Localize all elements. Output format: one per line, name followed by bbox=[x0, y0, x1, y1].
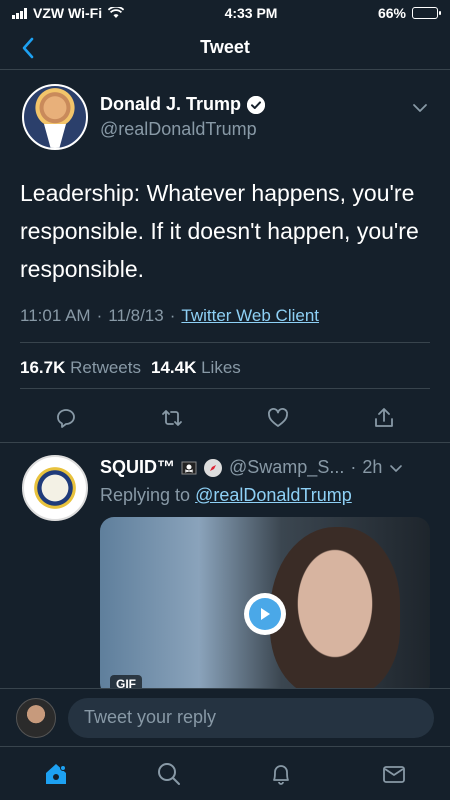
author-name[interactable]: Donald J. Trump bbox=[100, 94, 241, 115]
status-left: VZW Wi-Fi bbox=[12, 5, 125, 21]
reply-input[interactable] bbox=[68, 697, 434, 738]
like-button[interactable] bbox=[266, 406, 290, 430]
share-button[interactable] bbox=[372, 406, 396, 430]
likes-label: Likes bbox=[201, 358, 241, 377]
reply-tweet[interactable]: SQUID™ @Swamp_S... · 2h Replying to @rea… bbox=[0, 442, 450, 688]
tweet-date: 11/8/13 bbox=[108, 306, 164, 325]
tab-notifications[interactable] bbox=[267, 760, 295, 788]
author-handle[interactable]: @realDonaldTrump bbox=[100, 119, 265, 140]
mail-icon bbox=[382, 765, 405, 783]
comment-icon bbox=[57, 409, 75, 428]
reply-composer bbox=[0, 688, 450, 746]
meta-separator: · bbox=[96, 306, 103, 325]
search-icon bbox=[157, 762, 180, 785]
tweet-source-link[interactable]: Twitter Web Client bbox=[181, 306, 319, 326]
retweets-stat[interactable]: 16.7K Retweets bbox=[20, 358, 141, 378]
status-right: 66% bbox=[377, 5, 441, 21]
tweet-author[interactable]: Donald J. Trump @realDonaldTrump bbox=[22, 84, 266, 150]
signal-icon bbox=[12, 7, 27, 19]
carrier-label: VZW Wi-Fi bbox=[33, 5, 103, 21]
play-button[interactable] bbox=[244, 593, 286, 635]
retweets-count: 16.7K bbox=[20, 358, 66, 377]
battery-icon bbox=[412, 7, 441, 19]
tweet-actions bbox=[20, 396, 430, 440]
tab-home[interactable] bbox=[42, 760, 70, 788]
likes-stat[interactable]: 14.4K Likes bbox=[151, 358, 241, 378]
share-icon bbox=[375, 408, 393, 427]
tweet-meta: 11:01 AM · 11/8/13 · Twitter Web Client bbox=[20, 306, 319, 326]
reply-age: 2h bbox=[362, 457, 383, 477]
author-avatar[interactable] bbox=[22, 84, 88, 150]
gif-badge: GIF bbox=[110, 675, 142, 688]
author-name-row: Donald J. Trump bbox=[100, 94, 266, 115]
reply-header: SQUID™ @Swamp_S... · 2h bbox=[100, 457, 434, 478]
play-icon bbox=[249, 598, 281, 630]
wifi-icon bbox=[108, 7, 125, 18]
user-avatar[interactable] bbox=[16, 697, 56, 738]
status-bar: VZW Wi-Fi 4:33 PM 66% bbox=[0, 0, 450, 26]
tweet-text: Leadership: Whatever happens, you're res… bbox=[20, 180, 419, 282]
tab-search[interactable] bbox=[155, 760, 183, 788]
replying-to-label: Replying to bbox=[100, 485, 191, 505]
meta-separator: · bbox=[169, 306, 176, 325]
reply-author-handle[interactable]: @Swamp_S... bbox=[229, 457, 344, 478]
reply-author-name[interactable]: SQUID™ bbox=[100, 457, 175, 478]
tab-messages[interactable] bbox=[380, 760, 408, 788]
bottom-tab-bar bbox=[0, 746, 450, 800]
verified-badge-icon bbox=[247, 95, 266, 114]
back-button[interactable] bbox=[14, 34, 42, 62]
page-title: Tweet bbox=[200, 37, 250, 57]
chevron-down-icon[interactable] bbox=[388, 460, 404, 476]
gif-thumbnail bbox=[270, 527, 400, 688]
tweet-menu-button[interactable] bbox=[410, 98, 430, 118]
author-text: Donald J. Trump @realDonaldTrump bbox=[100, 94, 266, 140]
replying-to: Replying to @realDonaldTrump bbox=[100, 485, 352, 506]
bell-icon bbox=[273, 764, 290, 785]
retweet-icon bbox=[162, 410, 182, 426]
home-icon bbox=[46, 763, 67, 784]
clock: 4:33 PM bbox=[224, 5, 278, 21]
heart-icon bbox=[268, 408, 288, 427]
chevron-down-icon bbox=[413, 104, 427, 112]
retweet-button[interactable] bbox=[160, 406, 184, 430]
reply-button[interactable] bbox=[54, 406, 78, 430]
battery-percent: 66% bbox=[377, 5, 406, 21]
meta-separator: · bbox=[350, 457, 357, 477]
tweet-stats: 16.7K Retweets 14.4K Likes bbox=[20, 358, 241, 378]
retweets-label: Retweets bbox=[70, 358, 141, 377]
nav-header: Tweet bbox=[0, 26, 450, 70]
replying-to-link[interactable]: @realDonaldTrump bbox=[195, 485, 352, 505]
gif-media[interactable]: GIF bbox=[100, 517, 430, 688]
reply-author-avatar[interactable] bbox=[22, 455, 88, 521]
likes-count: 14.4K bbox=[150, 358, 197, 377]
compass-emoji-icon bbox=[204, 458, 223, 477]
divider bbox=[20, 342, 430, 343]
tweet-time: 11:01 AM bbox=[20, 306, 91, 325]
chevron-left-icon bbox=[22, 37, 34, 59]
pirate-flag-emoji-icon bbox=[181, 461, 197, 474]
divider bbox=[20, 388, 430, 389]
